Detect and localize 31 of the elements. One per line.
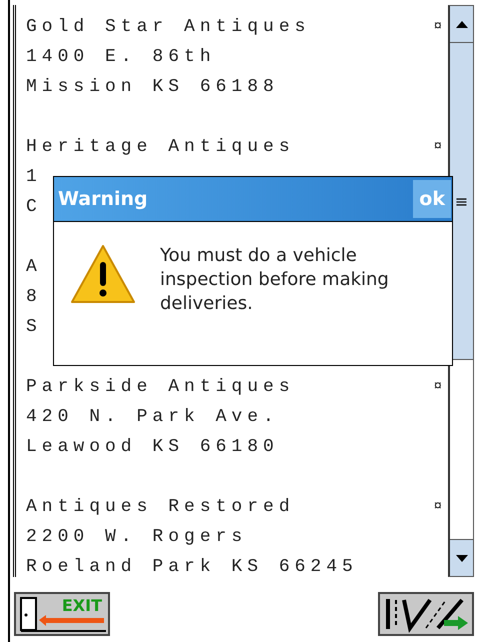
ok-button[interactable]: ok bbox=[413, 180, 451, 218]
address-line: C bbox=[26, 196, 42, 219]
status-mark: ¤ bbox=[434, 138, 442, 157]
customer-name: A bbox=[26, 256, 42, 279]
route-button[interactable] bbox=[378, 592, 474, 636]
address-line: 8 bbox=[26, 286, 42, 309]
warning-icon bbox=[70, 244, 136, 304]
address-line: 2200 W. Rogers bbox=[26, 526, 248, 549]
status-mark: ¤ bbox=[434, 498, 442, 517]
customer-name: Heritage Antiques bbox=[26, 136, 295, 159]
address-line: 420 N. Park Ave. bbox=[26, 406, 279, 429]
dialog-title: Warning bbox=[58, 188, 148, 210]
address-line: S bbox=[26, 316, 42, 339]
scroll-down-button[interactable] bbox=[450, 539, 473, 576]
address-line: 1 bbox=[26, 166, 42, 189]
address-line: Roeland Park KS 66245 bbox=[26, 556, 358, 577]
grip-mark: ≡ bbox=[454, 192, 468, 210]
down-arrow-icon bbox=[456, 554, 468, 562]
address-line: Mission KS 66188 bbox=[26, 76, 279, 99]
warning-message: You must do a vehicle inspection before making deliveries. bbox=[160, 244, 390, 316]
customer-name: Parkside Antiques bbox=[26, 376, 295, 399]
scroll-thumb[interactable]: ≡ bbox=[450, 43, 473, 360]
status-mark: ¤ bbox=[434, 378, 442, 397]
scroll-up-button[interactable] bbox=[450, 6, 473, 43]
status-mark: ¤ bbox=[434, 18, 442, 37]
customer-name: Antiques Restored bbox=[26, 496, 295, 519]
address-line: 1400 E. 86th bbox=[26, 46, 216, 69]
up-arrow-icon bbox=[456, 20, 468, 28]
exit-button[interactable]: EXIT bbox=[14, 592, 110, 636]
customer-name: Gold Star Antiques bbox=[26, 16, 310, 39]
address-line: Leawood KS 66180 bbox=[26, 436, 279, 459]
